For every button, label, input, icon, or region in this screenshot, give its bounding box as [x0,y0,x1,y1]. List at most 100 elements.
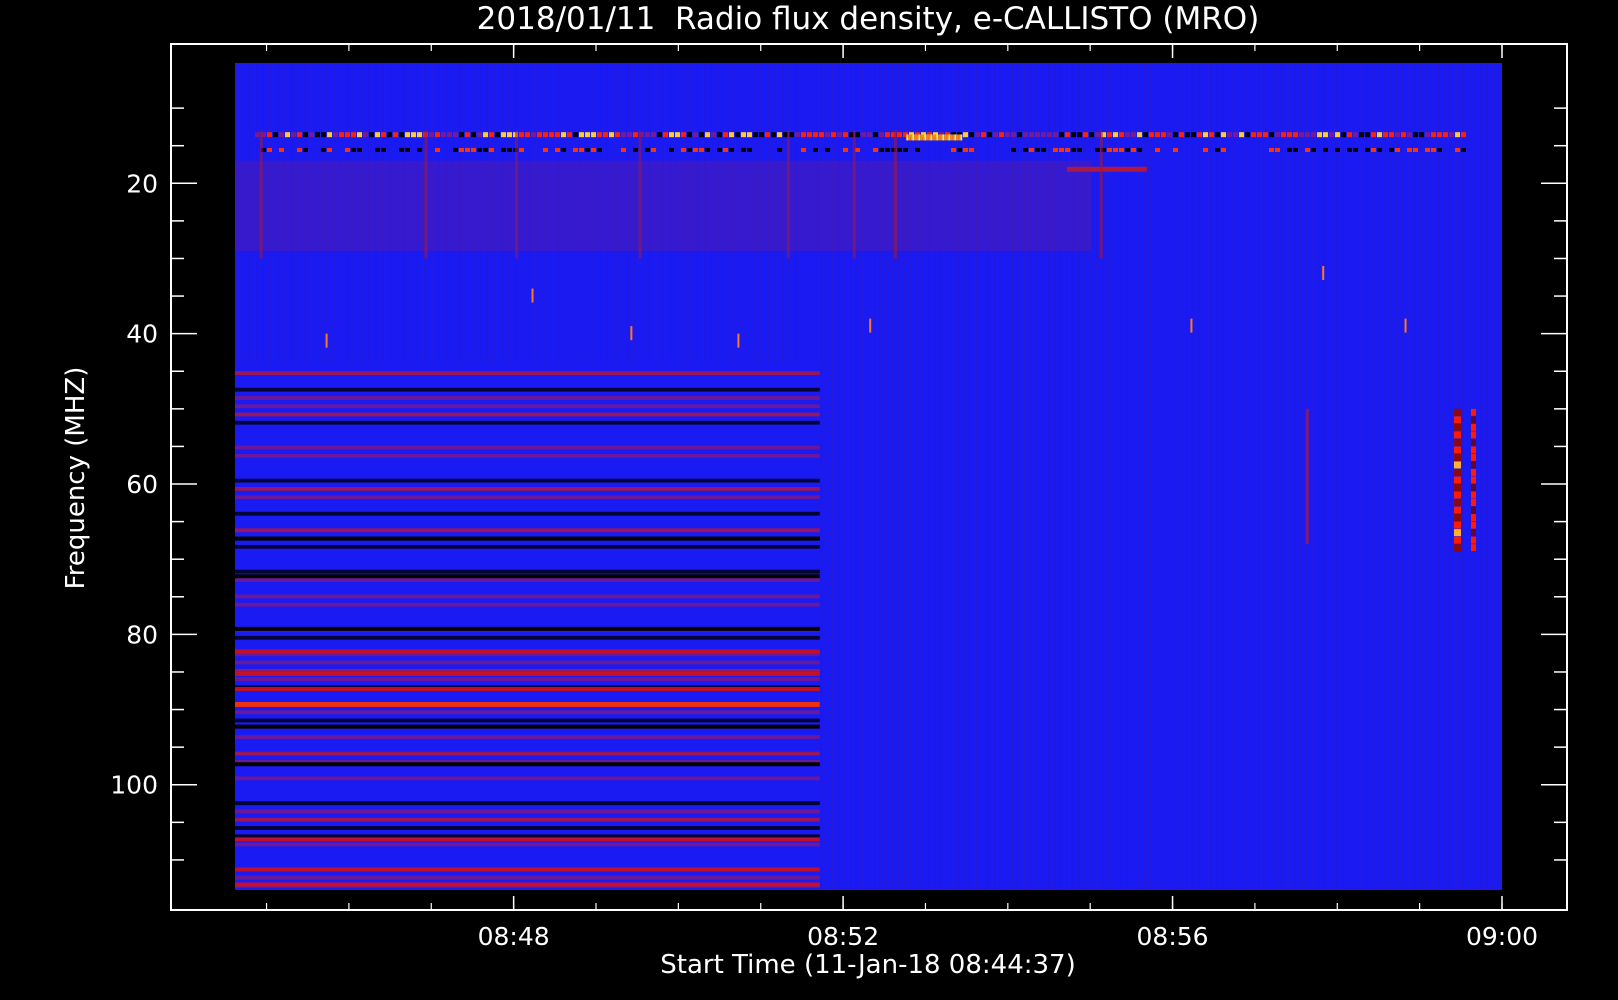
rfi-speck [471,132,476,138]
texture-column [1311,63,1314,890]
burst-cell [1453,529,1461,537]
rfi-hotspot [912,134,915,141]
rfi-speck [1347,132,1352,138]
rfi-speck [957,147,962,152]
texture-column [1137,63,1140,890]
rfi-speck [441,132,446,138]
rfi-speck [723,132,728,138]
burst-cell [1470,453,1476,461]
spike [1190,318,1193,333]
burst-cell [1453,476,1461,484]
chart-title: 2018/01/11 Radio flux density, e-CALLIST… [477,1,1260,37]
rfi-speck [1323,147,1328,152]
rfi-hotspot [958,134,961,141]
burst-cell [1453,544,1461,552]
rfi-speck [1311,147,1316,152]
rfi-speck [1455,132,1460,138]
rfi-speck [1329,132,1334,138]
texture-column [1491,63,1494,890]
texture-column [1437,63,1440,890]
y-tick-label: 60 [126,470,158,499]
rfi-speck [819,132,824,138]
rfi-hotspot [916,134,919,141]
rfi-speck [687,147,692,152]
texture-column [1245,63,1248,890]
texture-column [1299,63,1302,890]
rfi-speck [297,147,302,152]
rfi-speck [963,132,968,138]
texture-column [1413,63,1416,890]
band [235,371,820,376]
rfi-speck [333,132,338,138]
rfi-speck [483,147,488,152]
texture-column [1126,63,1128,890]
band [235,735,820,739]
rfi-hotspot [922,134,925,141]
rfi-hotspot [932,134,935,141]
rfi-speck [633,132,638,138]
rfi-speck [723,147,728,152]
burst-cell [1453,506,1461,514]
rfi-speck [1269,147,1274,152]
rfi-speck [573,132,578,138]
rfi-speck [1455,147,1460,152]
rfi-speck [1275,132,1280,138]
burst-cell [1470,461,1476,469]
rfi-speck [621,147,626,152]
spike [869,318,872,333]
rfi-speck [1077,132,1082,138]
texture-column [1431,63,1434,890]
rfi-speck [1383,132,1388,138]
rfi-speck [717,132,722,138]
rfi-speck [1413,132,1418,138]
rfi-speck [561,147,566,152]
texture-column [1270,63,1272,890]
rfi-speck [585,132,590,138]
rfi-speck [1113,132,1118,138]
burst-cell [1470,536,1476,544]
burst-cell [1453,536,1461,544]
rfi-speck [1083,132,1088,138]
spectrogram-chart: 2018/01/11 Radio flux density, e-CALLIST… [0,0,1618,1000]
rfi-speck [1137,132,1142,138]
rfi-speck [1047,132,1052,138]
rfi-speck [837,132,842,138]
band [235,817,820,822]
spike [325,333,328,348]
burst-cell [1453,461,1461,469]
rfi-speck [969,147,974,152]
band [235,875,820,880]
band [235,809,820,814]
rfi-speck [573,147,578,152]
rfi-speck [963,147,968,152]
rfi-speck [1107,132,1112,138]
rfi-speck [1407,132,1412,138]
burst-cell [1453,499,1461,507]
rfi-speck [1335,132,1340,138]
burst-cell [1470,506,1476,514]
dark-band [235,724,820,729]
rfi-speck [411,132,416,138]
rfi-speck [1239,132,1244,138]
texture-column [1425,63,1428,890]
rfi-speck [1179,132,1184,138]
burst-cell [1470,423,1476,431]
burst-cell [1470,408,1476,416]
rfi-speck [729,132,734,138]
rfi-speck [321,132,326,138]
vertical-streak [1305,408,1309,545]
red-band [235,687,820,692]
rfi-speck [879,132,884,138]
rfi-speck [711,132,716,138]
rfi-speck [1431,132,1436,138]
texture-column [1179,63,1182,890]
burst-cell [1470,521,1476,529]
rfi-speck [1119,147,1124,152]
rfi-speck [1461,147,1466,152]
rfi-speck [1437,147,1442,152]
rfi-speck [1461,132,1466,138]
rfi-speck [1215,132,1220,138]
band [235,511,820,516]
texture-column [1353,63,1356,890]
rfi-speck [381,147,386,152]
